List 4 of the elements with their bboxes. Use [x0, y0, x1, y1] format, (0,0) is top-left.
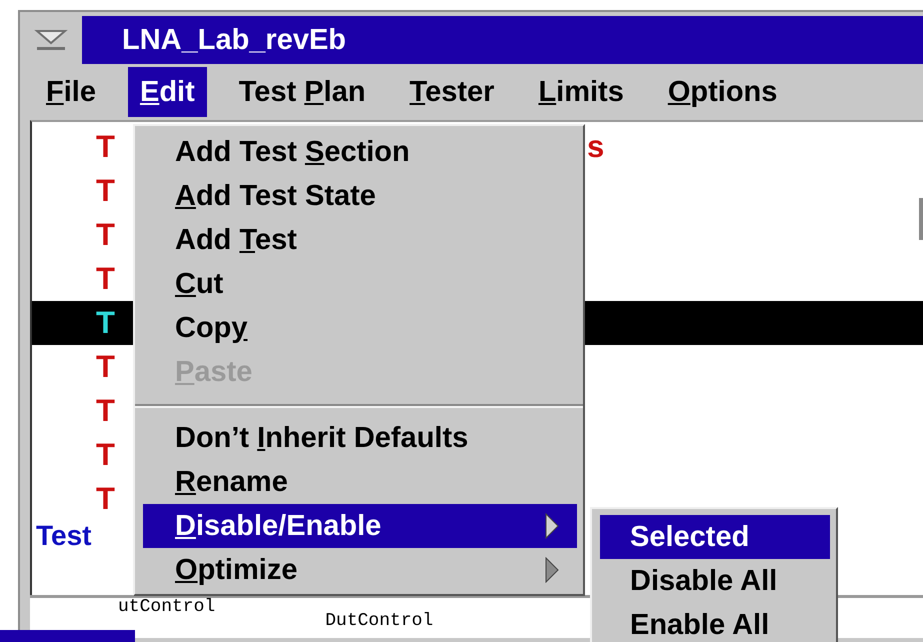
tree-item-label: s [587, 129, 604, 165]
node-label: utControl [118, 598, 216, 616]
node-label: DutControl [325, 610, 434, 630]
window-title: LNA_Lab_revEb [82, 16, 923, 64]
